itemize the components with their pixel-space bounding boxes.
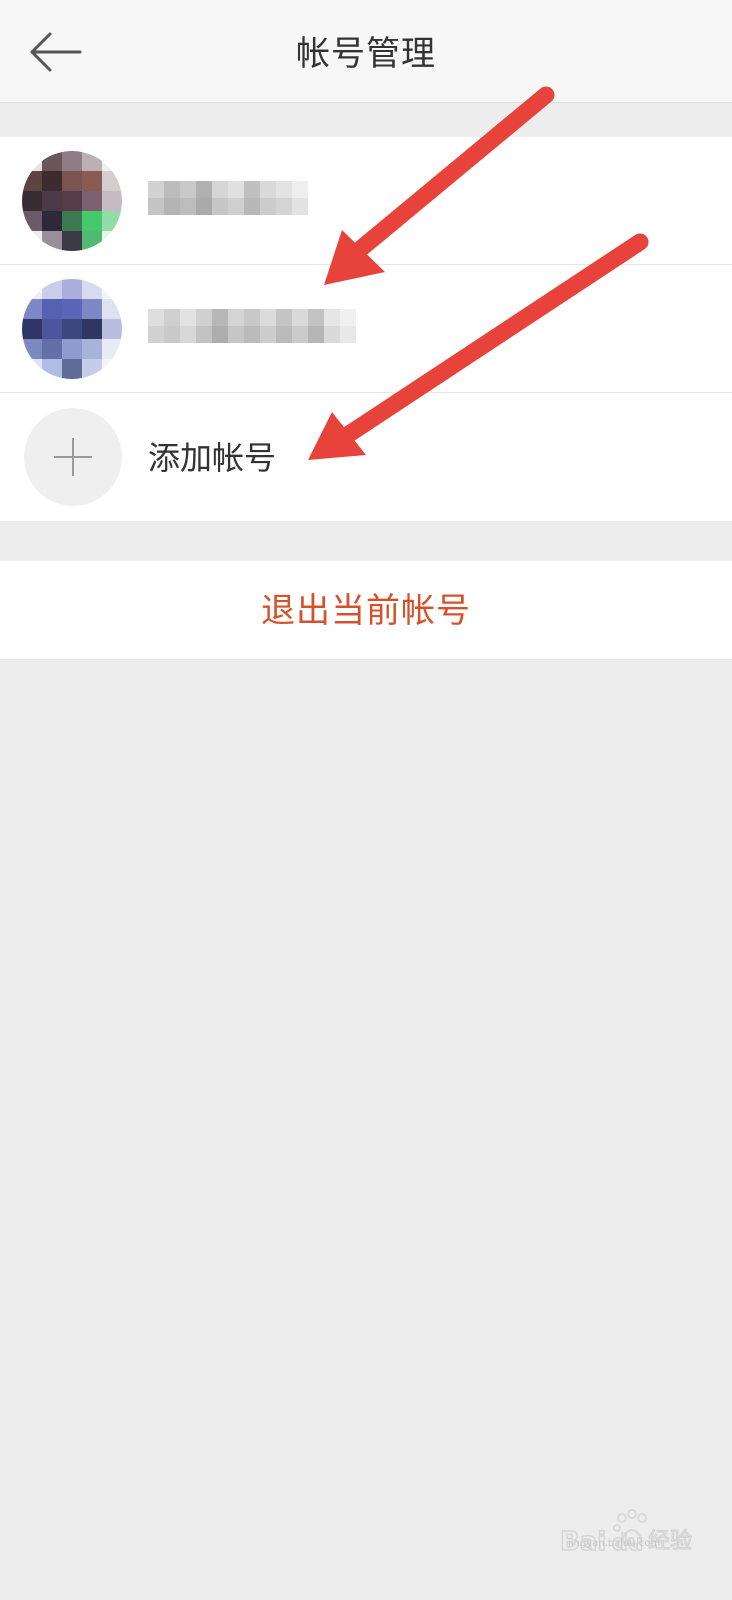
blurred-avatar-1	[22, 151, 122, 251]
account-item[interactable]	[0, 265, 732, 393]
account-name-blurred	[148, 309, 356, 343]
top-navigation-bar: 帐号管理	[0, 0, 732, 103]
account-name-blurred	[148, 181, 308, 215]
baidu-jingyan-watermark-logo: Bai du 经验	[560, 1509, 693, 1558]
add-account-row[interactable]: 添加帐号	[0, 393, 732, 521]
add-account-label: 添加帐号	[148, 439, 277, 477]
logout-button[interactable]: 退出当前帐号	[0, 561, 732, 659]
watermark-domain: jingyan.baidu.com	[568, 1538, 661, 1549]
logout-label: 退出当前帐号	[261, 591, 471, 631]
add-account-icon-circle	[24, 408, 122, 506]
page-title: 帐号管理	[296, 34, 436, 74]
blurred-avatar-2	[22, 279, 122, 379]
account-item[interactable]	[0, 137, 732, 265]
account-list: 添加帐号	[0, 137, 732, 521]
